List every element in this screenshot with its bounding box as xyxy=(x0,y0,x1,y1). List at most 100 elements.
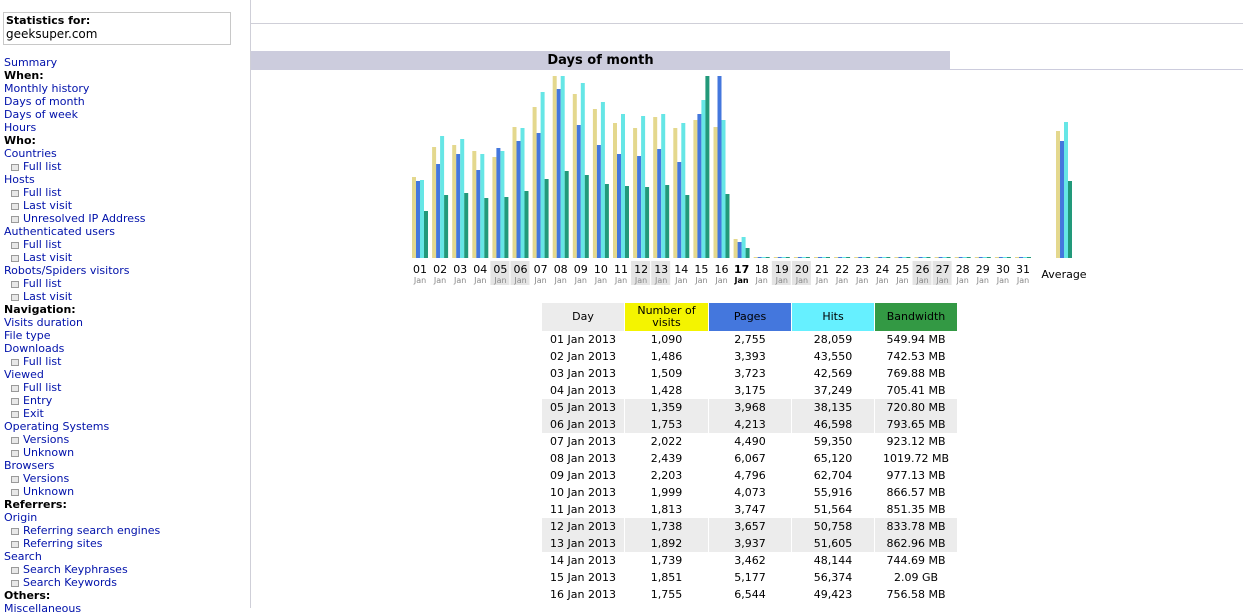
table-row: 03 Jan 2013 1,509 3,723 42,569 769.88 MB xyxy=(542,365,957,382)
month-label: Jan xyxy=(574,276,587,285)
bandwidth-bar xyxy=(464,193,469,258)
month-label: Jan xyxy=(976,276,989,285)
menu-link-days-of-month[interactable]: Days of month xyxy=(4,95,160,108)
table-row: 06 Jan 2013 1,753 4,213 46,598 793.65 MB xyxy=(542,416,957,433)
menu-link-miscellaneous[interactable]: Miscellaneous xyxy=(4,602,160,615)
menu-subitem-search-keywords[interactable]: Search Keywords xyxy=(4,576,160,589)
bandwidth-bar xyxy=(484,198,489,258)
menu-link-authenticated-users[interactable]: Authenticated users xyxy=(4,225,160,238)
day-number-label: 05 xyxy=(493,263,507,276)
day-number-label: 24 xyxy=(875,263,889,276)
menu-link-file-type[interactable]: File type xyxy=(4,329,160,342)
day-number-label: 27 xyxy=(936,263,950,276)
pages-bar xyxy=(596,145,601,258)
hits-bar xyxy=(600,102,605,258)
menu-subitem-last-visit[interactable]: Last visit xyxy=(4,290,160,303)
menu-subitem-entry[interactable]: Entry xyxy=(4,394,160,407)
menu-link-robots-spiders-visitors[interactable]: Robots/Spiders visitors xyxy=(4,264,160,277)
visits-bar xyxy=(673,128,678,258)
visits-bar xyxy=(452,145,457,258)
pages-bar xyxy=(938,257,943,258)
bandwidth-bar xyxy=(544,179,549,258)
menu-link-countries[interactable]: Countries xyxy=(4,147,160,160)
menu-subitem-full-list[interactable]: Full list xyxy=(4,186,160,199)
menu-subitem-last-visit[interactable]: Last visit xyxy=(4,251,160,264)
menu-subitem-versions[interactable]: Versions xyxy=(4,472,160,485)
day-number-label: 21 xyxy=(815,263,829,276)
day-number-label: 15 xyxy=(694,263,708,276)
menu-link-hosts[interactable]: Hosts xyxy=(4,173,160,186)
menu-link-origin[interactable]: Origin xyxy=(4,511,160,524)
cell-hits: 51,605 xyxy=(792,535,874,552)
cell-visits: 1,892 xyxy=(625,535,708,552)
menu-subitem-full-list[interactable]: Full list xyxy=(4,160,160,173)
day-number-label: 30 xyxy=(996,263,1010,276)
bandwidth-bar xyxy=(504,197,509,258)
hits-bar xyxy=(621,114,625,258)
cell-hits: 59,350 xyxy=(813,435,853,448)
hits-bar xyxy=(1064,122,1068,258)
menu-subitem-unknown[interactable]: Unknown xyxy=(4,446,160,459)
menu-link-search[interactable]: Search xyxy=(4,550,160,563)
month-label: Jan xyxy=(493,276,506,285)
bandwidth-bar xyxy=(805,257,810,258)
menu-link-browsers[interactable]: Browsers xyxy=(4,459,160,472)
menu-subitem-full-list[interactable]: Full list xyxy=(4,238,160,251)
bandwidth-bar xyxy=(524,191,529,258)
month-label: Jan xyxy=(875,276,888,285)
visits-bar xyxy=(592,109,597,258)
menu-subitem-referring-sites[interactable]: Referring sites xyxy=(4,537,160,550)
menu-link-downloads[interactable]: Downloads xyxy=(4,342,160,355)
month-label: Jan xyxy=(956,276,969,285)
menu-subitem-unknown[interactable]: Unknown xyxy=(4,485,160,498)
menu-link-summary[interactable]: Summary xyxy=(4,56,160,69)
month-label: Jan xyxy=(775,276,788,285)
month-label: Jan xyxy=(554,276,567,285)
table-row: 01 Jan 2013 1,090 2,755 28,059 549.94 MB xyxy=(542,331,957,348)
cell-day: 07 Jan 2013 xyxy=(550,435,616,448)
menu-subitem-last-visit[interactable]: Last visit xyxy=(4,199,160,212)
menu-link-hours[interactable]: Hours xyxy=(4,121,160,134)
visits-bar xyxy=(914,257,919,258)
bandwidth-bar xyxy=(946,257,951,258)
visits-bar xyxy=(994,257,999,258)
menu-subitem-full-list[interactable]: Full list xyxy=(4,355,160,368)
menu-subitem-full-list[interactable]: Full list xyxy=(4,381,160,394)
visits-bar xyxy=(733,239,738,258)
menu-subitem-versions[interactable]: Versions xyxy=(4,433,160,446)
list-bullet-icon xyxy=(11,398,19,405)
table-row: 10 Jan 2013 1,999 4,073 55,916 866.57 MB xyxy=(542,484,957,501)
list-bullet-icon xyxy=(11,281,19,288)
list-bullet-icon xyxy=(11,242,19,249)
month-label: Jan xyxy=(755,276,768,285)
day-number-label: 20 xyxy=(795,263,809,276)
visits-bar xyxy=(613,123,617,258)
cell-visits: 1,428 xyxy=(650,384,683,397)
menu-link-viewed[interactable]: Viewed xyxy=(4,368,160,381)
list-bullet-icon xyxy=(11,450,19,457)
cell-bw: 720.80 MB xyxy=(875,399,957,416)
table-body: 01 Jan 2013 1,090 2,755 28,059 549.94 MB 02 J… xyxy=(542,331,957,603)
visits-bar xyxy=(753,257,758,258)
pages-bar xyxy=(416,181,420,258)
cell-day: 14 Jan 2013 xyxy=(550,554,616,567)
menu-subitem-search-keyphrases[interactable]: Search Keyphrases xyxy=(4,563,160,576)
menu-link-days-of-week[interactable]: Days of week xyxy=(4,108,160,121)
menu-subitem-exit[interactable]: Exit xyxy=(4,407,160,420)
visits-bar xyxy=(653,117,658,258)
menu-subitem-label: Last visit xyxy=(23,199,73,212)
pages-bar xyxy=(436,164,441,258)
menu-subitem-referring-search-engines[interactable]: Referring search engines xyxy=(4,524,160,537)
menu-subitem-unresolved-ip-address[interactable]: Unresolved IP Address xyxy=(4,212,160,225)
cell-day: 13 Jan 2013 xyxy=(542,535,624,552)
menu-link-operating-systems[interactable]: Operating Systems xyxy=(4,420,160,433)
menu-link-visits-duration[interactable]: Visits duration xyxy=(4,316,160,329)
bandwidth-bar xyxy=(685,195,690,258)
menu-link-monthly-history[interactable]: Monthly history xyxy=(4,82,160,95)
cell-visits: 1,753 xyxy=(625,416,708,433)
cell-pages: 3,937 xyxy=(709,535,791,552)
menu-subitem-full-list[interactable]: Full list xyxy=(4,277,160,290)
column-header-number-of-visits: Number of visits xyxy=(625,303,708,331)
day-number-label: 13 xyxy=(654,263,668,276)
list-bullet-icon xyxy=(11,411,19,418)
